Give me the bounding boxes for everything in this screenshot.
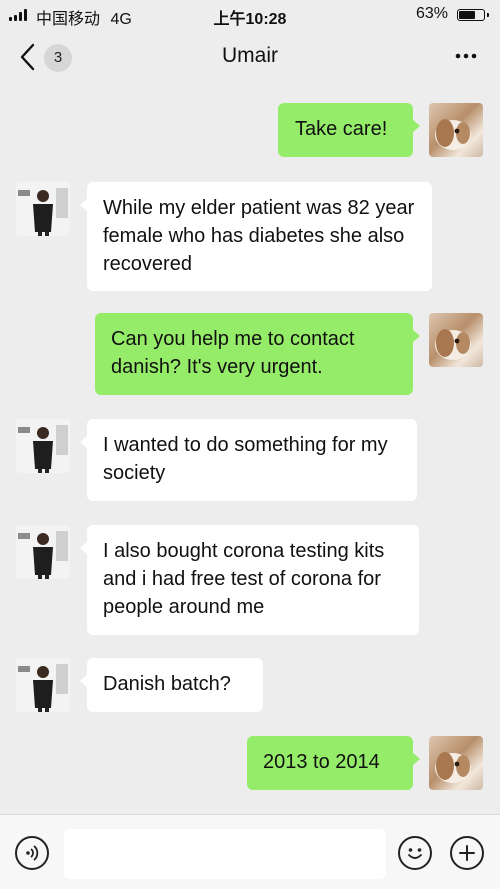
message-bubble[interactable]: Danish batch? [80, 658, 263, 712]
emoji-icon[interactable] [398, 836, 432, 870]
message-bubble[interactable]: I wanted to do something for my society [80, 419, 417, 501]
contact-avatar[interactable] [16, 419, 70, 473]
my-avatar[interactable] [429, 736, 483, 790]
battery-percentage: 63% [415, 5, 448, 22]
contact-avatar[interactable] [16, 658, 70, 712]
message-bubble[interactable]: 2013 to 2014 [247, 736, 420, 790]
battery-fill [459, 11, 476, 19]
my-avatar[interactable] [429, 103, 483, 157]
message-bubble[interactable]: While my elder patient was 82 year femal… [80, 182, 432, 291]
message-bubble[interactable]: Take care! [278, 103, 420, 157]
chat-header: 3 Umair [0, 30, 500, 86]
input-bar [0, 814, 500, 889]
plus-icon[interactable] [450, 836, 484, 870]
status-bar: 中国移动 4G 上午10:28 63% [0, 0, 500, 30]
my-avatar[interactable] [429, 313, 483, 367]
battery-icon [457, 9, 489, 21]
contact-avatar[interactable] [16, 525, 70, 579]
chat-title: Umair [222, 44, 278, 67]
contact-avatar[interactable] [16, 182, 70, 236]
message-input[interactable] [64, 829, 386, 879]
more-dots-icon[interactable] [454, 46, 478, 66]
message-bubble[interactable]: I also bought corona testing kits and i … [80, 525, 419, 635]
voice-icon[interactable] [15, 836, 49, 870]
message-bubble[interactable]: Can you help me to contact danish? It's … [95, 313, 420, 395]
